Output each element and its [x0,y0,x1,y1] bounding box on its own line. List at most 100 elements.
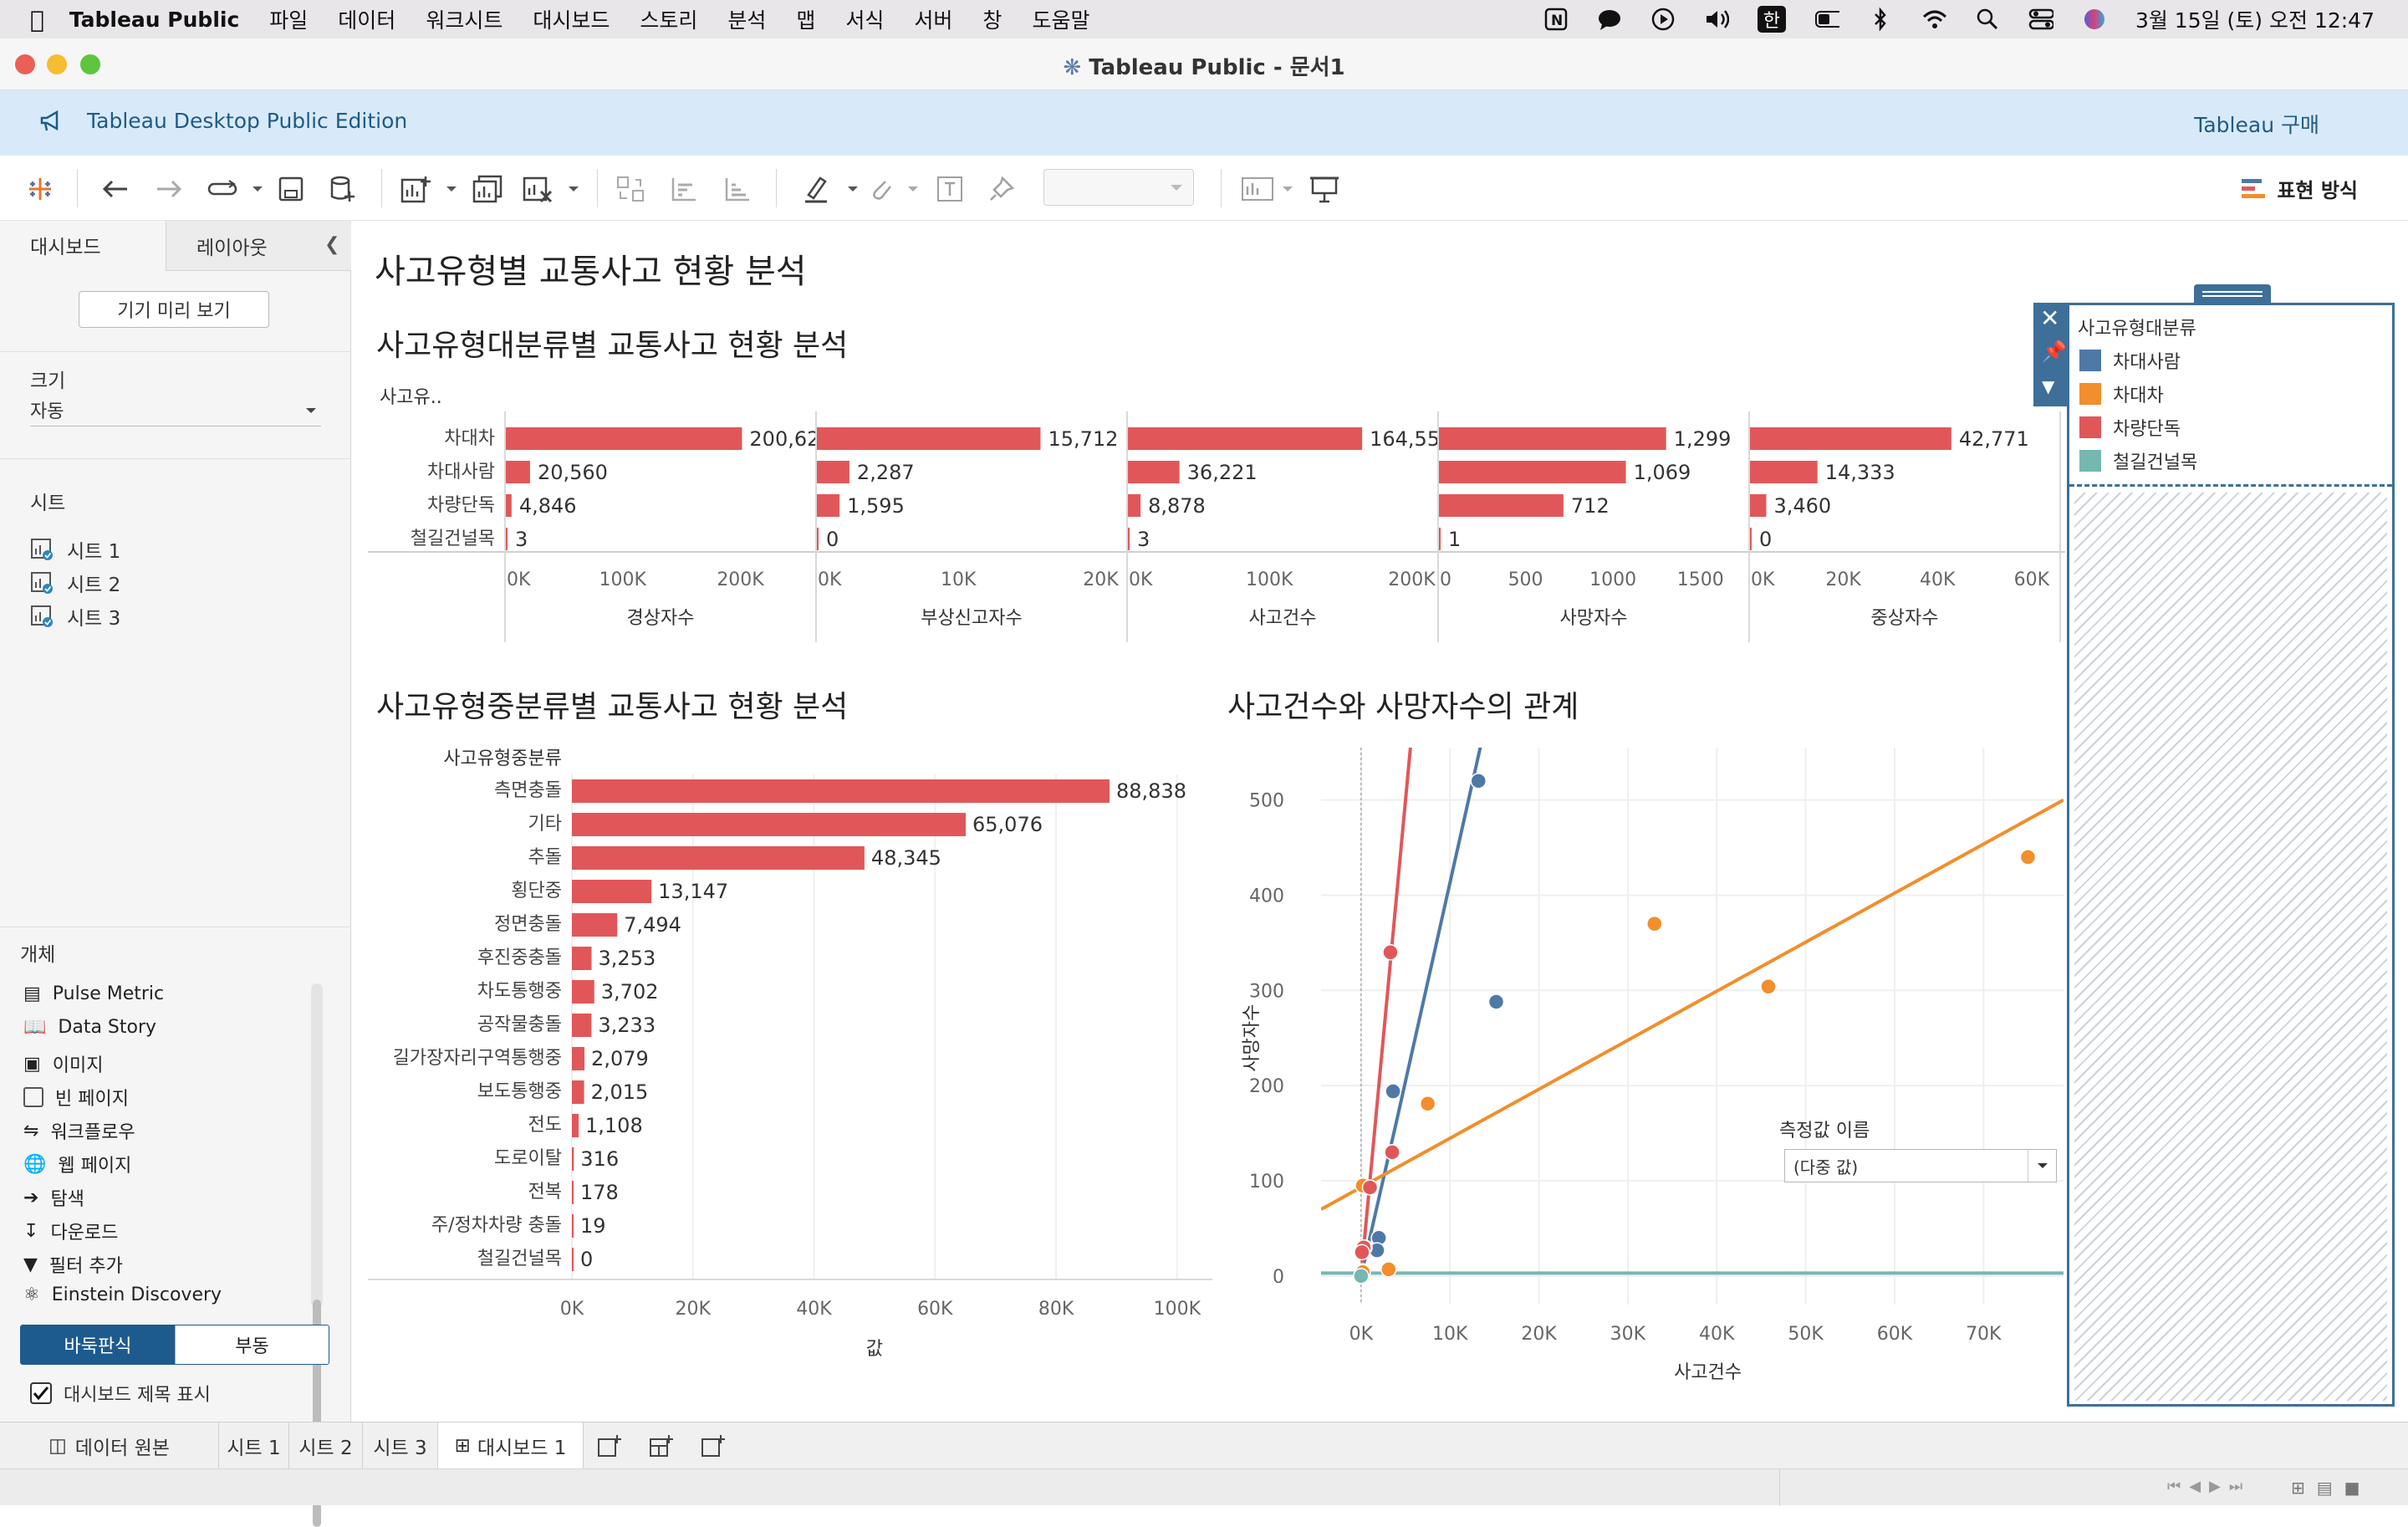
new-worksheet-tab-icon[interactable] [584,1422,635,1469]
menu-file[interactable]: 파일 [269,4,308,34]
tab-dashboard[interactable]: 대시보드 [0,221,166,271]
device-preview-button[interactable]: 기기 미리 보기 [79,291,269,328]
buy-tableau-link[interactable]: Tableau 구매 [2194,109,2319,139]
object-image[interactable]: ▣ 이미지 [23,1050,104,1077]
tiled-button[interactable]: 바둑판식 [21,1325,175,1364]
new-data-source-icon[interactable] [326,172,360,206]
highlight-icon[interactable] [799,172,833,206]
menu-dashboard[interactable]: 대시보드 [533,4,610,34]
object-pulse-metric[interactable]: ▤ Pulse Metric [23,983,164,1004]
show-cards-icon[interactable] [1241,172,1274,206]
measure-filter-dropdown[interactable]: (다중 값) [1784,1149,2057,1182]
collapse-panel-icon[interactable]: ❮ [324,234,339,255]
replay-icon[interactable] [206,172,239,206]
menu-map[interactable]: 맵 [796,4,815,34]
undo-icon[interactable] [99,172,132,206]
close-icon[interactable]: ✕ [2040,304,2059,332]
tab-sheet-2[interactable]: 시트 2 [289,1422,363,1469]
chevron-down-icon[interactable] [896,172,930,206]
menu-format[interactable]: 서식 [845,4,884,34]
input-method-indicator[interactable]: 한 [1757,6,1786,33]
tab-dashboard-1[interactable]: ⊞ 대시보드 1 [438,1422,584,1469]
chevron-down-icon[interactable] [241,172,274,206]
new-story-tab-icon[interactable] [687,1422,739,1469]
menu-server[interactable]: 서버 [914,4,952,34]
battery-icon[interactable] [1814,7,1839,32]
empty-drop-area[interactable] [2074,493,2387,1401]
volume-icon[interactable] [1704,7,1729,32]
attach-icon[interactable] [865,172,898,206]
sheet-item-1[interactable]: 시트 1 [30,535,120,564]
new-worksheet-icon[interactable] [400,172,433,206]
play-icon[interactable] [1650,7,1676,32]
menu-data[interactable]: 데이터 [338,4,395,34]
object-data-story[interactable]: 📖 Data Story [23,1017,156,1038]
legend-item-pedestrian[interactable]: 차대사람 [2079,347,2181,374]
tableau-home-icon[interactable] [23,172,57,206]
chart2-bar-chart[interactable]: 사고유형중분류 0K 20K 40K 60K 80K 100K 측면충돌 88,838 기타 65,… [368,744,1221,1363]
legend-item-single-vehicle[interactable]: 차량단독 [2079,414,2181,441]
sort-ascending-icon[interactable] [667,172,701,206]
sort-descending-icon[interactable] [721,172,754,206]
chart1-faceted-bar-chart[interactable]: 사고유..차대차차대사람차량단독철길건널목200,62720,5604,8463… [368,381,2065,649]
show-me-button[interactable]: 표현 방식 [2242,174,2358,203]
siri-icon[interactable] [2082,7,2107,32]
app-menu[interactable]: Tableau Public [69,8,239,32]
chevron-down-icon[interactable] [1271,172,1304,206]
tab-sheet-1[interactable]: 시트 1 [219,1422,289,1469]
presentation-mode-icon[interactable] [1308,172,1341,206]
duplicate-sheet-icon[interactable] [472,172,505,206]
pin-icon[interactable] [985,172,1018,206]
chevron-down-icon[interactable] [435,172,468,206]
legend-drag-handle[interactable] [2194,284,2271,303]
bluetooth-icon[interactable] [1868,7,1893,32]
redo-icon[interactable] [152,172,186,206]
object-download[interactable]: ↧ 다운로드 [23,1218,118,1244]
object-einstein-discovery[interactable]: ⚛ Einstein Discovery [23,1284,222,1305]
menu-story[interactable]: 스토리 [640,4,697,34]
object-web-page[interactable]: 🌐 웹 페이지 [23,1151,131,1177]
legend-menu-icon[interactable]: ▼ [2042,376,2054,396]
clear-sheet-icon[interactable] [522,172,555,206]
menu-analysis[interactable]: 분석 [727,4,766,34]
menu-help[interactable]: 도움말 [1032,4,1089,34]
menu-worksheet[interactable]: 워크시트 [426,4,503,34]
data-point [1760,978,1777,995]
tab-sheet-3[interactable]: 시트 3 [363,1422,438,1469]
sheet-navigation-icons[interactable]: ⏮◀▶⏭ [2167,1478,2251,1495]
sheet-item-2[interactable]: 시트 2 [30,569,120,597]
swap-rows-columns-icon[interactable] [614,172,647,206]
apple-icon[interactable]:  [30,6,44,33]
clock[interactable]: 3월 15일 (토) 오전 12:47 [2135,4,2375,34]
size-dropdown[interactable]: 자동 [30,393,321,426]
wifi-icon[interactable] [1921,7,1946,32]
objects-scrollbar[interactable] [311,983,323,1527]
show-title-checkbox-row[interactable]: 대시보드 제목 표시 [30,1380,211,1407]
chevron-down-icon[interactable] [557,172,590,206]
save-icon[interactable] [274,172,308,206]
chart3-scatter-plot[interactable]: 0 100 200 300 400 500 0K 10K 20K 30K 40K 50K 60K 70K 사… [1229,736,2065,1388]
checkbox-checked-icon[interactable] [30,1382,52,1404]
fit-dropdown[interactable] [1043,169,1194,206]
view-mode-icons[interactable]: ⊞▤■ [2291,1478,2372,1498]
axis-tick-label: 20K [676,1299,712,1320]
legend-item-railroad-crossing[interactable]: 철길건널목 [2079,447,2197,474]
notion-icon[interactable]: N [1543,7,1569,32]
floating-button[interactable]: 부동 [175,1325,329,1364]
control-center-icon[interactable] [2028,7,2053,32]
sheet-item-3[interactable]: 시트 3 [30,602,120,631]
tab-layout[interactable]: 레이아웃 [166,221,351,271]
text-box-icon[interactable] [933,172,967,206]
new-dashboard-tab-icon[interactable] [635,1422,687,1469]
object-navigation[interactable]: ➔ 탐색 [23,1184,84,1211]
pin-icon[interactable]: 📌 [2042,340,2067,363]
object-workflow[interactable]: ⇋ 워크플로우 [23,1117,135,1144]
legend-item-car-to-car[interactable]: 차대차 [2079,380,2164,407]
workflow-icon: ⇋ [23,1120,39,1141]
object-blank[interactable]: 빈 페이지 [23,1084,129,1111]
menu-window[interactable]: 창 [982,4,1002,34]
spotlight-search-icon[interactable] [1975,7,2000,32]
object-add-filter[interactable]: ▼ 필터 추가 [23,1251,123,1278]
chat-icon[interactable] [1597,7,1622,32]
tab-data-source[interactable]: ◫ 데이터 원본 [0,1422,219,1469]
